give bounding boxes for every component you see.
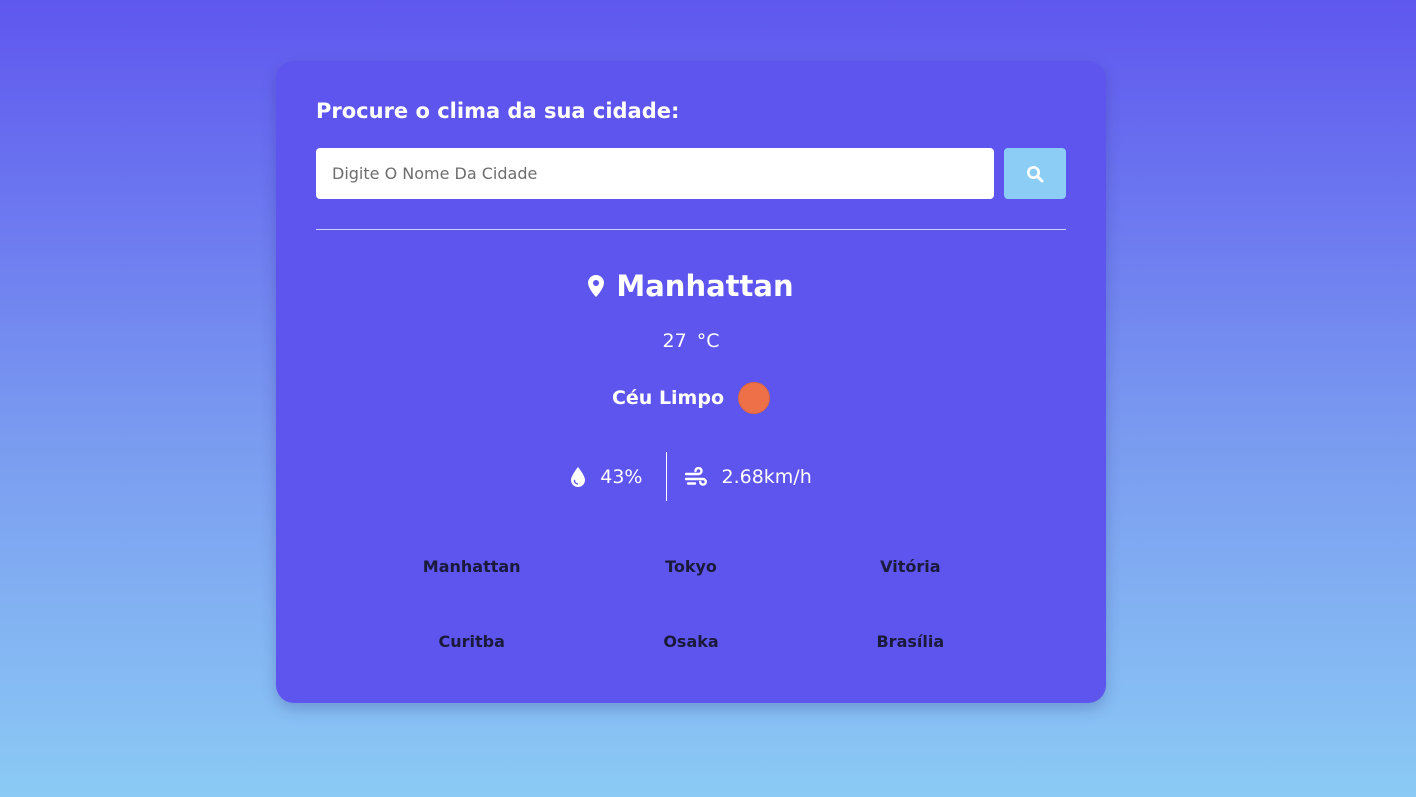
wind-icon <box>685 466 708 486</box>
city-search-input[interactable] <box>316 148 994 199</box>
humidity-value: 43% <box>600 465 643 488</box>
temperature-value: 27 <box>662 330 687 352</box>
search-bar <box>316 148 1066 199</box>
suggestion-curitiba[interactable]: Curitba <box>362 604 581 679</box>
weather-card: Procure o clima da sua cidade: Manhattan… <box>276 61 1106 703</box>
sun-icon <box>738 382 771 414</box>
search-button[interactable] <box>1004 148 1066 199</box>
city-suggestions: Manhattan Tokyo Vitória Curitba Osaka Br… <box>362 529 1020 679</box>
weather-details: 43% 2.68km/h <box>276 452 1106 501</box>
temperature-row: 27 °C <box>276 330 1106 352</box>
temperature-unit: °C <box>696 330 720 352</box>
suggestion-manhattan[interactable]: Manhattan <box>362 529 581 604</box>
divider <box>316 229 1066 230</box>
suggestion-osaka[interactable]: Osaka <box>581 604 800 679</box>
suggestion-brasilia[interactable]: Brasília <box>801 604 1020 679</box>
city-name: Manhattan <box>616 269 794 303</box>
suggestion-vitoria[interactable]: Vitória <box>801 529 1020 604</box>
water-drop-icon <box>571 466 586 487</box>
city-heading: Manhattan <box>276 269 1106 303</box>
search-icon <box>1027 165 1044 182</box>
wind-speed-value: 2.68km/h <box>721 465 812 488</box>
search-title: Procure o clima da sua cidade: <box>316 99 680 123</box>
humidity-detail: 43% <box>570 466 666 488</box>
wind-detail: 2.68km/h <box>667 465 812 488</box>
weather-description-row: Céu Limpo <box>276 382 1106 414</box>
location-pin-icon <box>588 275 605 297</box>
suggestion-tokyo[interactable]: Tokyo <box>581 529 800 604</box>
weather-description: Céu Limpo <box>611 387 725 409</box>
